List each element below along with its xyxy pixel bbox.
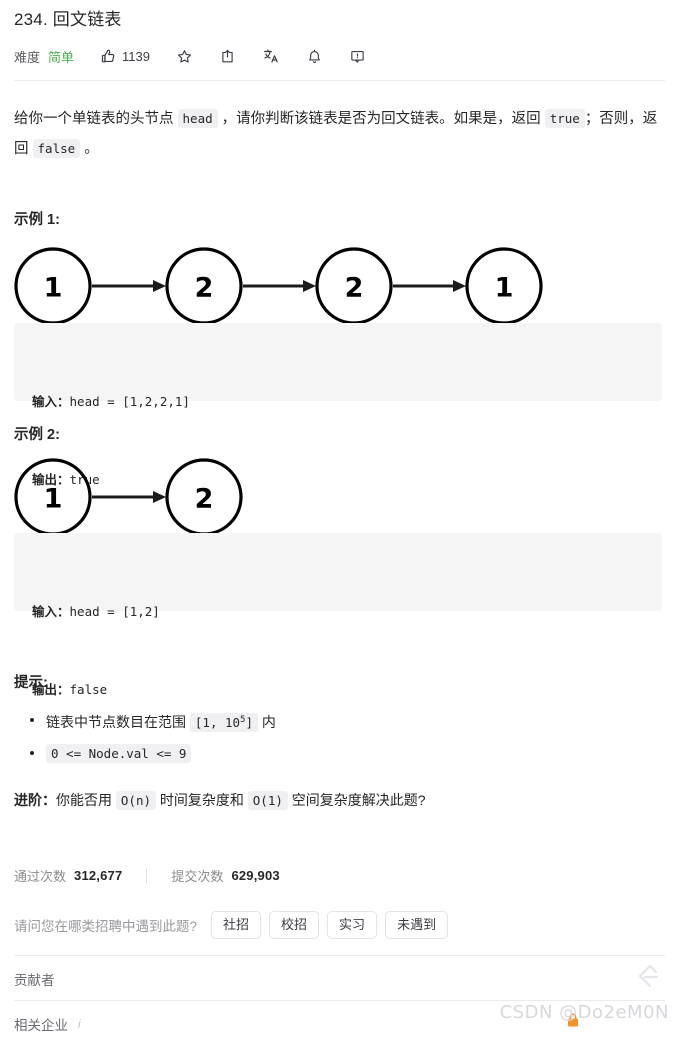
accepted-value: 312,677 [74, 868, 123, 883]
thumbs-up-icon [100, 48, 117, 65]
submissions-label: 提交次数 [171, 869, 224, 884]
leetcode-avatar-icon [632, 961, 662, 998]
hints-heading: 提示: [14, 675, 48, 691]
example-2-output-value: false [69, 682, 108, 697]
share-button[interactable] [219, 48, 236, 65]
node-value: 1 [44, 273, 63, 304]
info-icon[interactable]: i [78, 1017, 81, 1031]
advanced-text-3: 空间复杂度解决此题? [287, 792, 426, 808]
hints-list: 链表中节点数目在范围 [1, 105] 内 0 <= Node.val <= 9 [14, 705, 276, 769]
survey-option-shixi[interactable]: 实习 [327, 911, 378, 939]
example-1-codeblock: 输入：head = [1,2,2,1] 输出：true [14, 323, 662, 487]
contributors-label: 贡献者 [14, 973, 55, 988]
survey-option-shezhao[interactable]: 社招 [211, 911, 262, 939]
node-value: 2 [195, 484, 214, 515]
inline-code-false: false [32, 139, 81, 158]
hint-item: 0 <= Node.val <= 9 [30, 738, 276, 769]
notification-button[interactable] [306, 48, 323, 65]
inline-code-true: true [544, 109, 585, 128]
node-value: 1 [44, 484, 63, 515]
node-value: 1 [495, 273, 514, 304]
companies-label: 相关企业 [14, 1018, 68, 1033]
stats-divider [146, 867, 148, 884]
inline-code-range: [1, 105] [189, 713, 258, 733]
survey-option-weiyudao[interactable]: 未遇到 [385, 911, 449, 939]
submissions-value: 629,903 [231, 868, 280, 883]
bell-icon [306, 48, 323, 65]
example-1-input-value: head = [1,2,2,1] [69, 394, 190, 409]
survey-question: 请问您在哪类招聘中遇到此题? [14, 919, 198, 934]
like-count: 1139 [122, 48, 150, 64]
difficulty-badge: 简单 [48, 49, 75, 65]
range-lower: [1, 10 [194, 715, 241, 731]
feedback-icon [349, 48, 366, 65]
recruitment-survey: 请问您在哪类招聘中遇到此题? 社招 校招 实习 未遇到 [14, 911, 456, 939]
problem-meta-row: 难度 简单 1139 [14, 44, 366, 68]
survey-option-xiaozhao[interactable]: 校招 [269, 911, 320, 939]
desc-text-1: 给你一个单链表的头节点 [14, 111, 178, 127]
accepted-label: 通过次数 [14, 869, 67, 884]
share-icon [219, 48, 236, 65]
watermark: CSDN @Do2eM0N [499, 1002, 669, 1023]
inline-code-head: head [177, 109, 218, 128]
hint-text-before: 链表中节点数目在范围 [46, 714, 190, 731]
node-value: 2 [345, 273, 364, 304]
like-button[interactable]: 1139 [100, 48, 150, 65]
example-1-input-label: 输入： [32, 395, 70, 409]
page-title: 234. 回文链表 [14, 10, 122, 29]
problem-stats: 通过次数 312,677 提交次数 629,903 [14, 866, 280, 885]
desc-text-2: ，请你判断该链表是否为回文链表。如果是，返回 [217, 111, 545, 127]
inline-code-on: O(n) [115, 791, 156, 810]
problem-page: 234. 回文链表 难度 简单 1139 给你一个单链表的头节点 head ，请… [0, 0, 679, 1041]
header-divider [14, 80, 665, 81]
example-2-codeblock: 输入：head = [1,2] 输出：false [14, 533, 662, 697]
desc-text-4: 。 [80, 141, 99, 157]
star-icon [176, 48, 193, 65]
advanced-label: 进阶： [14, 792, 56, 808]
problem-description: 给你一个单链表的头节点 head ，请你判断该链表是否为回文链表。如果是，返回 … [14, 104, 662, 164]
range-close: ] [245, 715, 253, 731]
inline-code-nodeval: 0 <= Node.val <= 9 [46, 744, 192, 764]
translate-button[interactable] [262, 47, 280, 65]
advanced-note: 进阶：你能否用 O(n) 时间复杂度和 O(1) 空间复杂度解决此题? [14, 787, 426, 814]
example-2-input-label: 输入： [32, 605, 70, 619]
contributors-row[interactable]: 贡献者 [14, 956, 662, 1002]
translate-icon [262, 47, 280, 65]
node-value: 2 [195, 273, 214, 304]
hint-text-after: 内 [258, 714, 276, 731]
advanced-text-1: 你能否用 [56, 792, 116, 808]
feedback-button[interactable] [349, 48, 366, 65]
favorite-button[interactable] [176, 48, 193, 65]
inline-code-o1: O(1) [247, 791, 288, 810]
example-2-input-value: head = [1,2] [69, 604, 160, 619]
hint-item: 链表中节点数目在范围 [1, 105] 内 [30, 705, 276, 738]
difficulty-label: 难度 [14, 49, 41, 65]
advanced-text-2: 时间复杂度和 [156, 792, 248, 808]
example-1-heading: 示例 1: [14, 212, 60, 228]
example-2-heading: 示例 2: [14, 427, 60, 443]
